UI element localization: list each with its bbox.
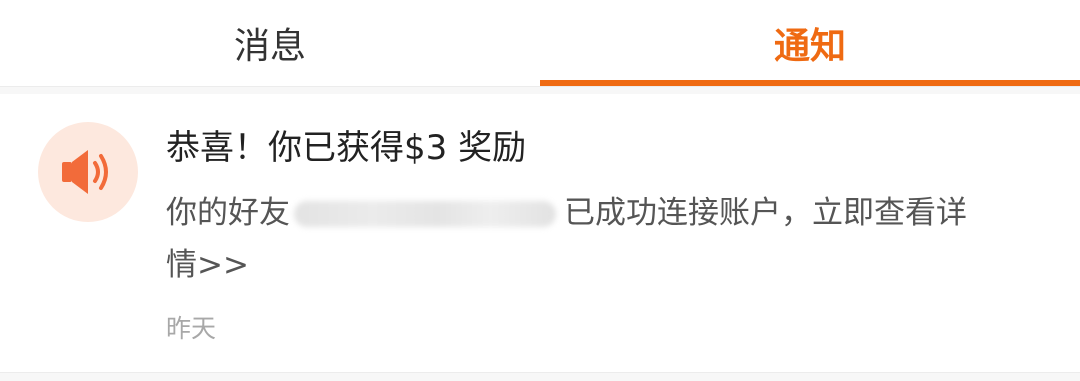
notification-title: 恭喜！你已获得$3 奖励 [166, 128, 527, 168]
notification-avatar [38, 122, 138, 222]
body-suffix: 已成功连接账户，立即查看详 [564, 195, 967, 231]
notification-body-line-2[interactable]: 情>> [166, 244, 249, 286]
speaker-icon [62, 150, 108, 194]
notification-body-line-1: 你的好友 已成功连接账户，立即查看详 [166, 192, 967, 234]
notification-item[interactable]: 恭喜！你已获得$3 奖励 你的好友 已成功连接账户，立即查看详 情>> 昨天 [0, 94, 1080, 372]
section-gap [0, 87, 1080, 94]
redacted-friend-name [294, 201, 556, 227]
tab-messages[interactable]: 消息 [0, 0, 540, 86]
body-prefix: 你的好友 [166, 195, 290, 231]
section-gap [0, 373, 1080, 381]
tab-bar: 消息 通知 [0, 0, 1080, 86]
tab-notifications[interactable]: 通知 [540, 0, 1080, 86]
notification-timestamp: 昨天 [166, 314, 217, 343]
